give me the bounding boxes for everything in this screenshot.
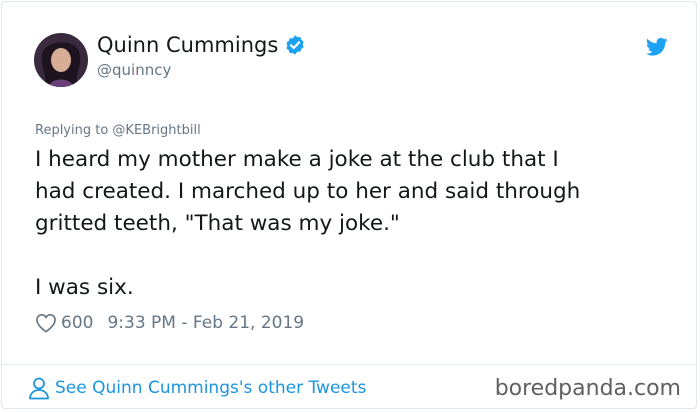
other-tweets-link[interactable]: See Quinn Cummings's other Tweets	[28, 376, 366, 400]
handle[interactable]: @quinncy	[97, 61, 171, 79]
footer-divider	[2, 364, 696, 365]
tweet-text: I heard my mother make a joke at the clu…	[35, 147, 581, 300]
other-tweets-label[interactable]: See Quinn Cummings's other Tweets	[55, 378, 366, 398]
display-name-row[interactable]: Quinn Cummings	[97, 33, 306, 57]
tweet-card: Quinn Cummings @quinncy Replying to @KEB…	[1, 1, 697, 409]
verified-badge-icon	[286, 35, 304, 55]
tweet-meta: 600 9:33 PM - Feb 21, 2019	[35, 313, 304, 333]
display-name[interactable]: Quinn Cummings	[97, 33, 278, 57]
heart-icon[interactable]	[35, 313, 57, 333]
timestamp[interactable]: 9:33 PM - Feb 21, 2019	[107, 313, 304, 333]
avatar[interactable]	[34, 33, 88, 87]
watermark: boredpanda.com	[494, 376, 681, 401]
replying-to[interactable]: Replying to @KEBrightbill	[35, 123, 201, 138]
user-icon	[29, 377, 49, 400]
twitter-bird-icon[interactable]	[646, 37, 668, 57]
like-count[interactable]: 600	[61, 313, 93, 333]
